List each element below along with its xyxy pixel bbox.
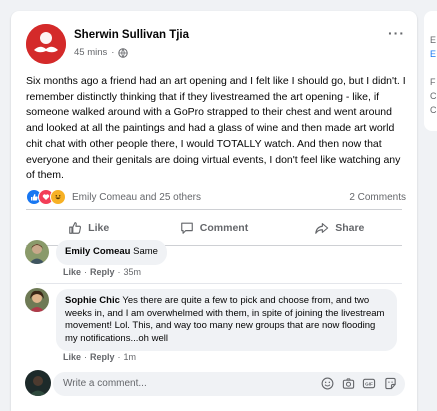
- comment-time[interactable]: 1m: [124, 352, 137, 362]
- comment-like-link[interactable]: Like: [63, 267, 81, 277]
- post-card: Sherwin Sullivan Tjia 45 mins · ··· Six …: [11, 11, 417, 411]
- comment-bubble: Sophie Chic Yes there are quite a few to…: [56, 289, 397, 351]
- comment-reply-link[interactable]: Reply: [90, 267, 115, 277]
- haha-reaction-icon: [50, 189, 66, 205]
- comment-icon: [180, 222, 193, 234]
- comment-reply-link[interactable]: Reply: [90, 352, 115, 362]
- comment-text: Same: [133, 246, 158, 257]
- comment-placeholder: Write a comment...: [63, 378, 147, 389]
- share-arrow-icon: [315, 223, 329, 234]
- commenter-avatar[interactable]: [25, 288, 49, 312]
- thumbs-up-icon: [69, 222, 82, 234]
- comment-label: Comment: [199, 222, 249, 234]
- share-label: Share: [335, 222, 365, 234]
- post-meta: 45 mins ·: [74, 47, 129, 58]
- avatar-photo-icon: [25, 288, 49, 312]
- comment-button[interactable]: Comment: [151, 211, 276, 245]
- comment-author[interactable]: Sophie Chic: [65, 295, 120, 306]
- commenter-avatar[interactable]: [25, 240, 49, 264]
- side-letter: C: [430, 105, 437, 115]
- side-letter: C: [430, 91, 437, 101]
- svg-text:GIF: GIF: [365, 381, 373, 386]
- side-letter: E: [430, 49, 437, 59]
- post-time[interactable]: 45 mins: [74, 47, 107, 58]
- divider: [26, 209, 402, 210]
- more-options-button[interactable]: ···: [388, 25, 405, 41]
- meta-separator: ·: [111, 47, 115, 58]
- comment-author[interactable]: Emily Comeau: [65, 246, 130, 257]
- reaction-summary[interactable]: Emily Comeau and 25 others: [72, 192, 201, 203]
- mustache-logo-icon: [26, 24, 66, 64]
- sticker-icon[interactable]: [383, 376, 397, 390]
- composer-icons: GIF: [320, 376, 397, 390]
- right-column-partial: E E F C C: [424, 11, 437, 131]
- comment-like-link[interactable]: Like: [63, 352, 81, 362]
- comment-input[interactable]: Write a comment... GIF: [53, 372, 405, 396]
- side-letter: F: [430, 77, 436, 87]
- comment-bubble: Emily Comeau Same: [56, 240, 167, 265]
- post-author[interactable]: Sherwin Sullivan Tjia: [74, 29, 189, 41]
- globe-icon: [118, 47, 129, 58]
- like-label: Like: [88, 222, 110, 234]
- gif-icon[interactable]: GIF: [362, 376, 376, 390]
- current-user-avatar[interactable]: [25, 370, 51, 396]
- emoji-icon[interactable]: [320, 376, 334, 390]
- camera-icon[interactable]: [341, 376, 355, 390]
- side-letter: E: [430, 35, 437, 45]
- comments-count[interactable]: 2 Comments: [349, 192, 406, 203]
- post-body: Six months ago a friend had an art openi…: [26, 75, 406, 182]
- comment-time[interactable]: 35m: [124, 267, 142, 277]
- comment-meta: Like · Reply · 35m: [63, 267, 142, 277]
- author-avatar[interactable]: [26, 24, 66, 64]
- divider: [36, 283, 402, 284]
- share-button[interactable]: Share: [277, 211, 402, 245]
- reactions-row[interactable]: Emily Comeau and 25 others 2 Comments: [26, 189, 406, 205]
- avatar-photo-icon: [25, 240, 49, 264]
- comment-meta: Like · Reply · 1m: [63, 352, 137, 362]
- avatar-photo-icon: [25, 370, 51, 396]
